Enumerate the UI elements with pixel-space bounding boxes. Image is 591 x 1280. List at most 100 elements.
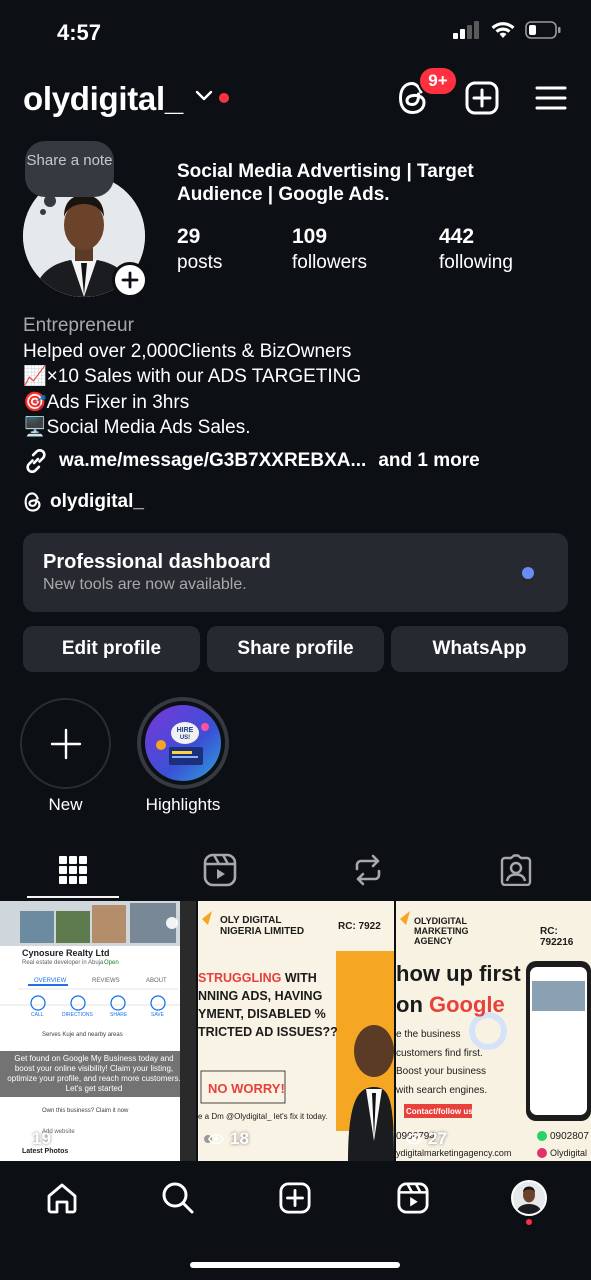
status-time: 4:57 [57,20,102,45]
posts-count[interactable]: 29 posts [177,224,222,276]
search-icon [162,1182,194,1214]
ad-cta: NO WORRY! [208,1081,285,1096]
ad-headline-line: NNING ADS, HAVING [198,989,323,1003]
profile-notification-dot [526,1219,532,1225]
grid-icon [59,856,87,884]
notification-badge: 9+ [418,66,458,96]
post-body: e the business customers find first. Boo… [396,1026,487,1100]
account-switcher[interactable]: olydigital_ [23,80,183,118]
post-caption-overlay: Get found on Google My Business today an… [7,1054,181,1093]
post-view-count: 19 [10,1129,51,1149]
bio-line: Helped over 2,000Clients & BizOwners [23,340,352,362]
home-indicator [190,1262,400,1268]
svg-text:US!: US! [180,735,190,741]
note-bubble-tail [44,195,56,207]
gmb-business-name: Cynosure Realty Ltd [22,948,110,958]
share-note-bubble[interactable]: Share a note [25,141,114,197]
gmb-tab-about: ABOUT [146,978,167,984]
post-tile[interactable]: Cynosure Realty Ltd Real estate develope… [0,901,196,1161]
repost-icon [355,854,381,886]
new-highlight-button[interactable] [20,698,111,789]
bio-link[interactable]: wa.me/message/G3B7XXREBXA... and 1 more [23,448,480,474]
nav-reels[interactable] [393,1178,433,1218]
ad-headline-line: TRICTED AD ISSUES?? [198,1025,338,1039]
chevron-down-icon[interactable] [195,90,213,102]
post-body-line: with search engines. [396,1084,488,1096]
view-count-value: 27 [428,1129,447,1148]
following-count-value: 442 [439,225,475,248]
post-headline-google: Google [429,992,505,1017]
ad-brand: OLY DIGITAL NIGERIA LIMITED [220,915,305,937]
post-tile[interactable]: OLYDIGITAL MARKETING AGENCY RC: 792216 h… [396,901,591,1161]
post-view-count: 27 [406,1129,447,1149]
threads-profile-link[interactable]: olydigital_ [23,491,144,513]
posts-count-label: posts [177,252,223,273]
ad-headline-line: WITH [284,971,317,985]
profile-avatar-small [511,1180,547,1216]
eye-icon [208,1133,224,1145]
ad-headline: STRUGGLING WITH NNING ADS, HAVING YMENT,… [198,969,394,1041]
nav-profile[interactable] [509,1178,549,1218]
gmb-action-call: CALL [31,1012,44,1018]
post-image-gmb [0,901,196,1161]
post-website: ydigitalmarketingagency.com [396,1148,512,1158]
gmb-latest-photos: Latest Photos [22,1148,69,1155]
tab-tagged[interactable] [470,850,562,890]
highlight-item[interactable]: HIRE US! [137,697,229,789]
whatsapp-button[interactable]: WhatsApp [391,626,568,672]
followers-count-label: followers [292,252,367,273]
post-body-line: e the business [396,1029,461,1040]
active-tab-indicator [27,896,119,898]
post-headline-2: on Google [396,992,505,1018]
tab-posts-grid[interactable] [27,850,119,890]
gmb-tab-reviews: REVIEWS [92,978,120,984]
account-notification-dot [219,93,229,103]
bio-link-url[interactable]: wa.me/message/G3B7XXREBXA... [59,450,366,472]
create-icon [279,1182,311,1214]
threads-icon [24,492,41,512]
tab-reels[interactable] [174,850,266,890]
ad-rc-number: RC: 7922 [338,921,381,932]
nav-home[interactable] [42,1178,82,1218]
post-contact: Contact/follow us [406,1107,473,1116]
post-headline-1: how up first [396,961,521,986]
post-view-count: 18 [208,1129,249,1149]
bio-line: 🖥️Social Media Ads Sales. [23,417,251,439]
edit-profile-button[interactable]: Edit profile [23,626,200,672]
gmb-open-status: Open [104,960,119,966]
threads-handle: olydigital_ [50,491,144,512]
reels-icon [203,853,237,887]
highlight-cover-art: HIRE US! [156,722,209,765]
share-profile-button[interactable]: Share profile [207,626,384,672]
followers-count[interactable]: 109 followers [292,224,367,276]
highlight-cover: HIRE US! [145,705,221,781]
nav-create[interactable] [275,1178,315,1218]
create-post-icon[interactable] [465,81,499,115]
home-icon [47,1183,77,1214]
gmb-serves: Serves Kuje and nearby areas [42,1032,123,1038]
gmb-action-directions: DIRECTIONS [62,1012,93,1018]
post-body-line: customers find first. [396,1047,483,1059]
reels-icon [397,1182,429,1214]
pro-dashboard-title: Professional dashboard [43,551,271,573]
bio-line: 📈×10 Sales with our ADS TARGETING [23,366,362,388]
plus-icon [50,728,81,759]
add-story-button[interactable] [112,262,148,298]
status-icons [453,21,561,39]
bio-link-more[interactable]: and 1 more [378,450,479,472]
highlight-label: Highlights [145,795,221,814]
ad-footer: e a Dm @Olydigital_ let's fix it today. [198,1112,328,1121]
bio-line: 🎯Ads Fixer in 3hrs [23,391,190,413]
link-icon [26,448,46,474]
pro-dashboard-subtitle: New tools are now available. [43,576,247,593]
tab-reposts[interactable] [322,850,414,890]
posts-count-value: 29 [177,225,201,248]
svg-text:HIRE: HIRE [177,727,194,734]
post-tile[interactable]: OLY DIGITAL NIGERIA LIMITED RC: 7922 STR… [198,901,394,1161]
nav-search[interactable] [158,1178,198,1218]
following-count[interactable]: 442 following [439,224,513,276]
menu-icon[interactable] [535,85,567,111]
bio-category: Entrepreneur [23,315,134,336]
ad-headline-line: YMENT, DISABLED % [198,1007,326,1021]
professional-dashboard-card[interactable]: Professional dashboard New tools are now… [23,533,568,612]
